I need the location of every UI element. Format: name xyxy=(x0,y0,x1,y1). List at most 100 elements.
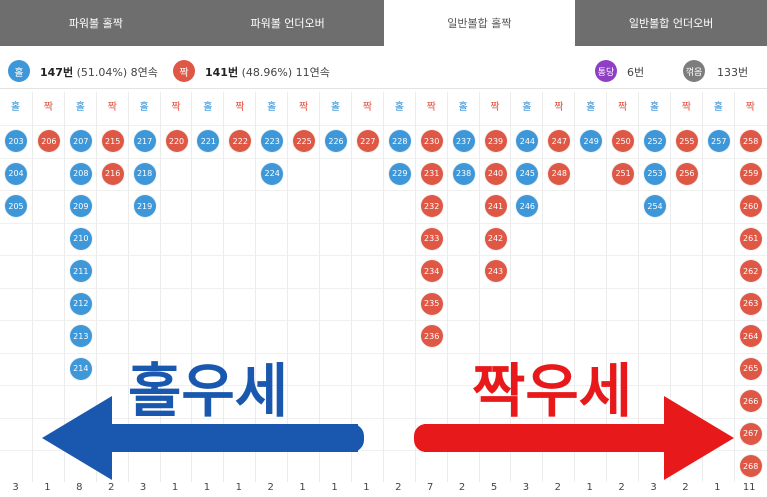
result-ball: 250 xyxy=(612,130,635,152)
result-ball: 245 xyxy=(516,162,539,185)
result-ball: 242 xyxy=(484,227,507,250)
result-ball: 217 xyxy=(133,130,156,152)
column-header: 짝 xyxy=(681,102,691,113)
column-count: 11 xyxy=(742,482,756,493)
result-ball: 247 xyxy=(548,130,571,152)
result-ball: 255 xyxy=(675,130,698,152)
tab-powerball-under-over[interactable]: 파워볼 언더오버 xyxy=(191,0,384,46)
result-ball: 208 xyxy=(69,162,92,185)
tie-value: 6번 xyxy=(627,66,645,79)
result-ball: 232 xyxy=(420,195,443,217)
result-ball: 226 xyxy=(325,130,347,152)
result-ball: 256 xyxy=(675,162,698,185)
column-header: 짝 xyxy=(745,102,755,113)
result-ball: 265 xyxy=(739,357,762,380)
result-ball: 262 xyxy=(739,260,762,282)
column-header: 홀 xyxy=(267,102,277,113)
result-ball: 227 xyxy=(356,130,379,152)
odd-count: 147번 xyxy=(40,66,74,79)
result-ball: 259 xyxy=(739,162,762,185)
column-header: 짝 xyxy=(617,102,628,113)
result-ball: 205 xyxy=(5,195,27,217)
left-arrow-icon xyxy=(42,396,364,480)
result-ball: 264 xyxy=(739,325,762,347)
stuck-value: 133번 xyxy=(717,66,749,79)
result-ball: 266 xyxy=(739,390,762,412)
result-ball: 231 xyxy=(420,162,443,185)
result-ball: 241 xyxy=(484,195,507,217)
result-ball: 261 xyxy=(739,227,762,250)
result-ball: 222 xyxy=(229,130,252,152)
column-header: 짝 xyxy=(554,102,564,113)
result-ball: 229 xyxy=(388,162,411,185)
result-ball: 249 xyxy=(580,130,603,152)
tab-powerball-odd-even[interactable]: 파워볼 홀짝 xyxy=(0,0,192,46)
result-ball: 221 xyxy=(197,130,220,152)
even-detail: (48.96%) 11연속 xyxy=(241,66,330,79)
result-ball: 233 xyxy=(420,227,443,250)
result-column: 홀 203 204 205 xyxy=(0,92,31,482)
column-header: 홀 xyxy=(586,102,596,113)
result-ball: 243 xyxy=(484,260,507,282)
result-ball: 204 xyxy=(5,162,27,185)
result-ball: 218 xyxy=(133,162,156,185)
result-ball: 203 xyxy=(5,130,27,152)
result-ball: 209 xyxy=(69,195,92,217)
column-header: 홀 xyxy=(75,102,85,113)
result-column: 짝 258 259 260 261 262 263 264 265 266 267 268 xyxy=(733,92,766,482)
result-ball: 211 xyxy=(69,260,92,282)
result-ball: 260 xyxy=(739,195,762,217)
column-count: 2 xyxy=(395,482,402,493)
right-arrow-icon xyxy=(414,396,734,480)
even-count: 141번 xyxy=(205,66,239,79)
result-ball: 230 xyxy=(420,130,443,152)
result-ball: 216 xyxy=(101,162,124,185)
odd-badge: 홀 xyxy=(8,60,30,82)
result-ball: 244 xyxy=(516,130,539,152)
column-header: 짝 xyxy=(298,102,309,113)
result-ball: 253 xyxy=(644,162,666,185)
result-ball: 223 xyxy=(261,130,284,152)
tab-normal-sum-odd-even[interactable]: 일반볼합 홀짝 xyxy=(383,0,576,46)
result-ball: 268 xyxy=(739,455,762,477)
column-header: 짝 xyxy=(43,102,53,113)
result-ball: 219 xyxy=(133,195,156,217)
column-header: 홀 xyxy=(394,102,404,113)
even-stat: 141번 (48.96%) 11연속 xyxy=(205,64,330,80)
result-ball: 207 xyxy=(69,130,92,152)
tab-bar: 파워볼 홀짝 파워볼 언더오버 일반볼합 홀짝 일반볼합 언더오버 xyxy=(0,0,767,46)
result-column: 홀 228 229 xyxy=(382,92,415,482)
result-ball: 235 xyxy=(420,292,443,315)
result-ball: 258 xyxy=(739,130,762,152)
result-ball: 254 xyxy=(644,195,666,217)
column-header: 짝 xyxy=(426,102,436,113)
column-header: 홀 xyxy=(458,102,468,113)
column-header: 홀 xyxy=(713,102,723,113)
result-ball: 228 xyxy=(388,130,411,152)
result-ball: 214 xyxy=(69,357,92,380)
result-ball: 252 xyxy=(644,130,666,152)
result-ball: 257 xyxy=(707,130,730,152)
result-ball: 263 xyxy=(739,292,762,315)
result-ball: 267 xyxy=(739,422,762,445)
result-ball: 225 xyxy=(293,130,316,152)
result-ball: 210 xyxy=(69,227,92,250)
column-counts: 3 1 8 2 3 1 1 1 2 1 1 1 2 7 2 5 3 2 1 2 3 2 1 11 xyxy=(0,482,767,497)
stats-bar: 홀 147번 (51.04%) 8연속 짝 141번 (48.96%) 11연속… xyxy=(0,52,767,89)
column-header: 홀 xyxy=(203,102,213,113)
column-header: 홀 xyxy=(330,102,341,113)
result-ball: 234 xyxy=(420,260,443,282)
result-ball: 206 xyxy=(37,130,60,152)
result-ball: 224 xyxy=(261,162,284,185)
tab-normal-sum-under-over[interactable]: 일반볼합 언더오버 xyxy=(575,0,767,46)
column-count: 3 xyxy=(12,482,19,493)
result-ball: 246 xyxy=(516,195,539,217)
result-ball: 251 xyxy=(612,162,635,185)
column-header: 홀 xyxy=(139,102,149,113)
column-header: 짝 xyxy=(490,102,500,113)
result-ball: 237 xyxy=(452,130,475,152)
column-header: 짝 xyxy=(235,102,245,113)
column-header: 홀 xyxy=(522,102,532,113)
result-ball: 236 xyxy=(420,325,443,347)
result-ball: 215 xyxy=(101,130,124,152)
